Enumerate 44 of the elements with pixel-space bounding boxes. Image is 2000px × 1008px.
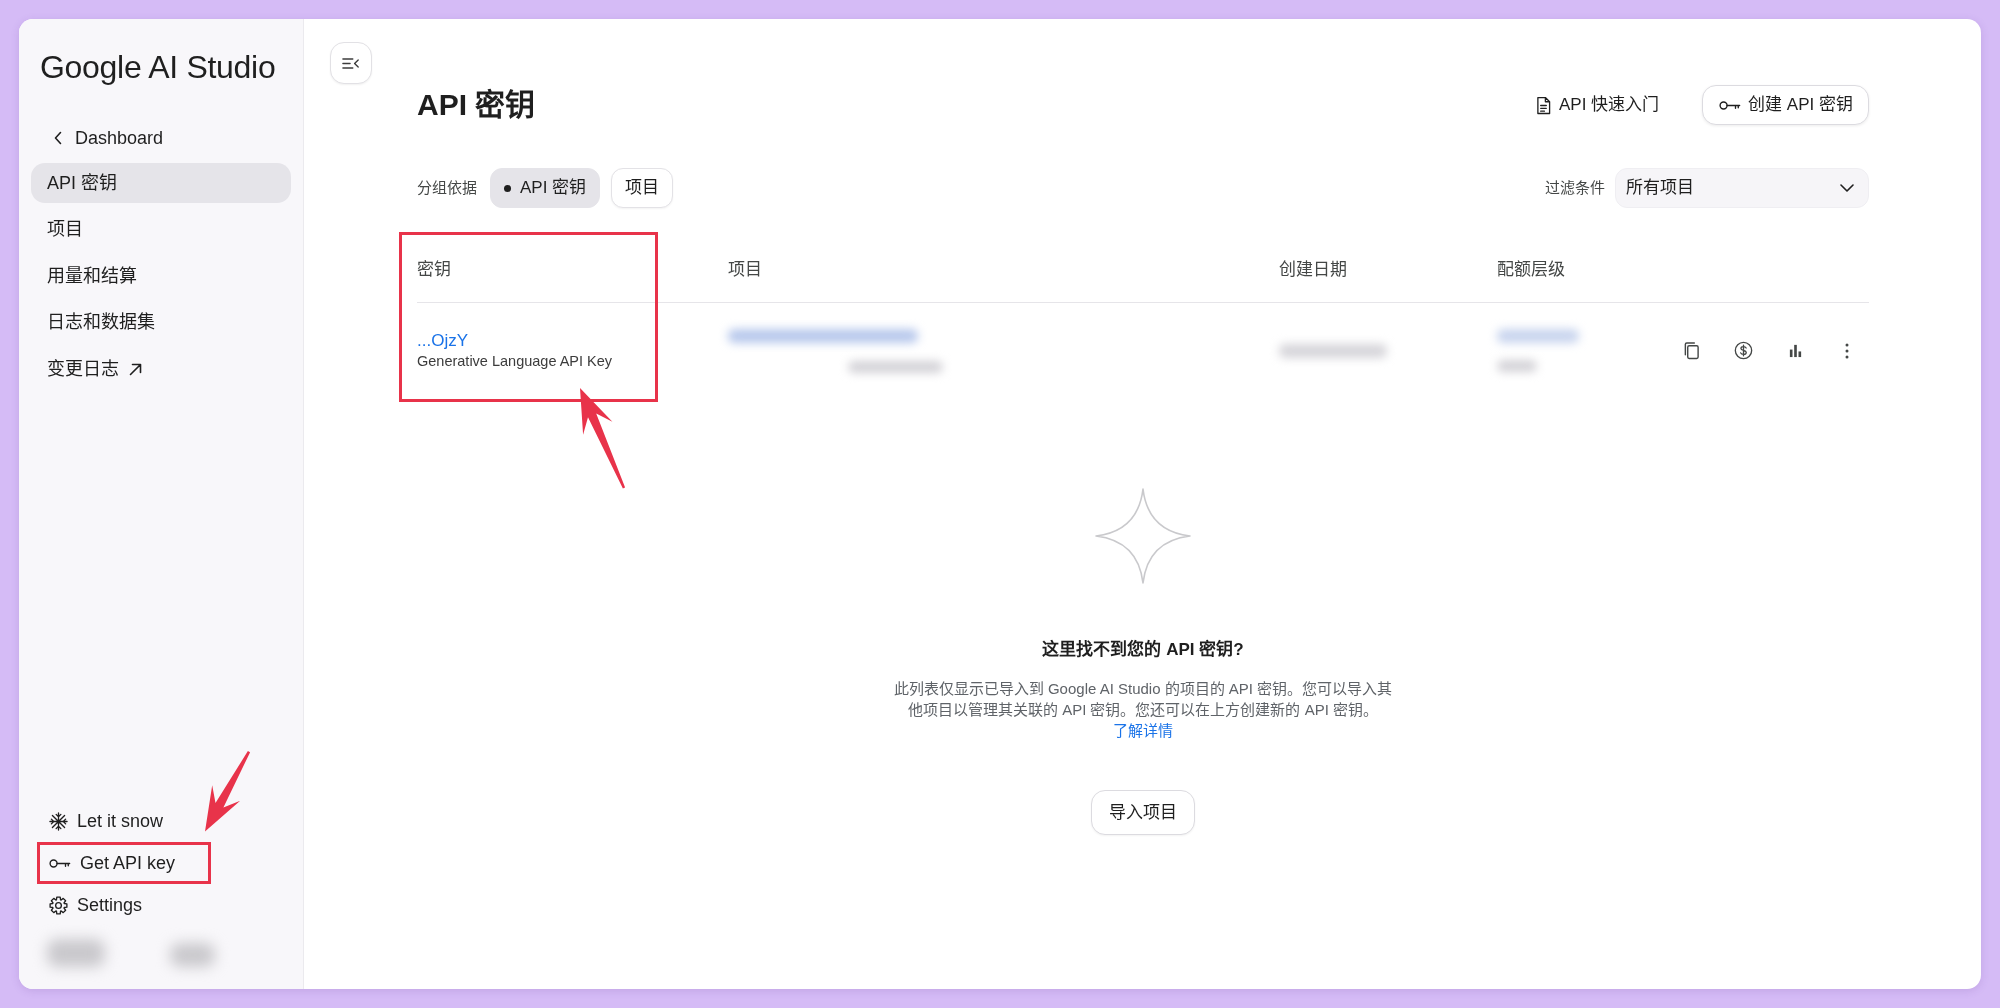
column-header: 创建日期 [1279,259,1347,282]
create-api-key-button[interactable]: 创建 API 密钥 [1702,85,1869,125]
document-icon [1536,95,1551,115]
sparkle-outline-icon [1093,486,1193,586]
sidebar-nav-item[interactable]: 用量和结算 [31,256,291,296]
sidebar-collapse-icon [342,56,360,70]
column-header: 项目 [728,259,762,282]
filter-dropdown[interactable]: 所有项目 [1615,168,1869,208]
quickstart-link[interactable]: API 快速入门 [1536,92,1660,118]
sidebar-footer-item[interactable]: Get API key [37,842,212,884]
empty-state-description: 此列表仅显示已导入到 Google AI Studio 的项目的 API 密钥。您可以导入其他项目以管理其关联的 API 密钥。您还可以在上方创建新的 API 密钥。 了解详情 [892,679,1394,741]
selected-dot-icon [504,184,511,192]
sidebar-nav-item[interactable]: 项目 [31,209,291,250]
import-project-button[interactable]: 导入项目 [1091,790,1195,835]
bar-chart-icon [1787,343,1803,358]
learn-more-link[interactable]: 了解详情 [1113,722,1173,739]
empty-state-title: 这里找不到您的 API 密钥? [1042,638,1244,661]
settings-icon [49,895,68,915]
sidebar-nav-item[interactable]: 变更日志 [31,349,291,389]
page-title: API 密钥 [417,87,536,123]
sidebar-nav-item[interactable]: API 密钥 [31,163,291,203]
group-by-option[interactable]: 项目 [611,168,674,208]
dashboard-back-link[interactable]: Dashboard [31,118,291,158]
sidebar-footer-item[interactable]: Settings [37,884,179,926]
group-by-label: 分组依据 [417,177,477,198]
sidebar-nav-item[interactable]: 日志和数据集 [31,302,291,343]
external-link-icon [129,362,142,376]
collapse-sidebar-button[interactable] [330,42,372,84]
column-header: 密钥 [417,259,451,282]
more-vertical-icon [1845,342,1849,359]
api-key-name: Generative Language API Key [417,352,613,371]
key-icon [1719,98,1742,112]
chevron-left-icon [54,131,62,145]
filter-label: 过滤条件 [1545,177,1605,198]
api-key-link[interactable]: ...OjzY [417,330,468,352]
dollar-circle-icon [1733,341,1753,360]
app-logo-text: Google AI Studio [40,49,276,86]
key-icon [49,856,71,870]
column-header: 配额层级 [1497,259,1565,282]
snowflake-icon [49,811,68,831]
copy-icon [1682,341,1700,360]
group-by-option[interactable]: API 密钥 [490,168,601,208]
chevron-down-icon [1840,184,1854,192]
sidebar-footer-item[interactable]: Let it snow [37,800,200,842]
